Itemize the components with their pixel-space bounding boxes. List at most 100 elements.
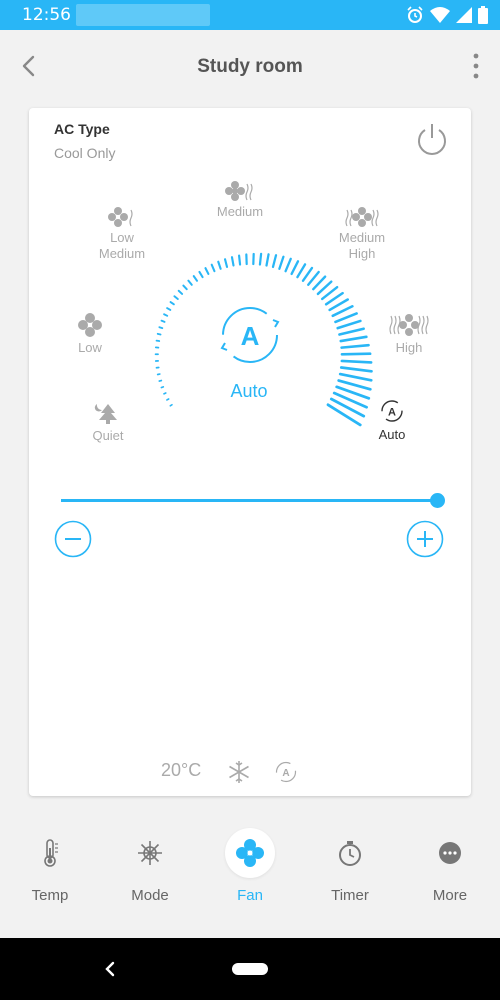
fan-icon xyxy=(225,181,253,201)
dial-tick xyxy=(158,379,163,382)
summary-temperature: 20°C xyxy=(161,760,202,780)
tab-label: Temp xyxy=(31,887,69,904)
tab-fan[interactable]: Fan xyxy=(200,820,300,920)
dial-tick xyxy=(230,256,235,267)
decrease-button[interactable] xyxy=(54,520,92,558)
speed-label: Low xyxy=(78,340,102,355)
dial-tick xyxy=(271,254,278,269)
system-nav-bar xyxy=(0,938,500,1000)
tab-label: Timer xyxy=(331,887,369,904)
speed-label-line1: Medium xyxy=(338,230,386,245)
svg-text:A: A xyxy=(388,407,396,419)
mode-letter: A xyxy=(241,321,260,351)
dial-tick xyxy=(290,260,300,276)
dial-tick xyxy=(339,335,368,343)
dial-tick xyxy=(163,392,167,395)
speed-option-medium[interactable]: Medium xyxy=(205,180,275,220)
slider-thumb[interactable] xyxy=(430,493,445,508)
timer-icon xyxy=(325,828,375,878)
speed-label: Medium xyxy=(216,204,264,219)
fan-icon xyxy=(225,828,275,878)
svg-text:A: A xyxy=(282,768,289,779)
more-icon xyxy=(425,828,475,878)
tab-label: More xyxy=(432,887,468,904)
dial-tick xyxy=(158,326,164,330)
app-bar: Study room xyxy=(0,30,500,102)
dial-tick xyxy=(326,403,362,427)
dial-tick xyxy=(198,270,204,279)
speed-label-line1: Low xyxy=(110,230,134,245)
speed-label: Auto xyxy=(378,427,406,442)
dial-tick xyxy=(177,289,184,295)
dial-tick xyxy=(265,253,270,267)
dial-tick xyxy=(340,352,372,356)
dial-tick xyxy=(204,267,210,275)
alarm-icon xyxy=(407,6,423,23)
quiet-icon xyxy=(94,404,117,424)
status-time: 12:56 xyxy=(22,5,71,25)
tab-more[interactable]: More xyxy=(400,820,500,920)
dial-tick xyxy=(160,386,165,389)
speed-label-line2: Medium xyxy=(98,246,146,261)
fan-icon xyxy=(345,207,379,227)
dial-tick xyxy=(166,307,172,311)
battery-icon xyxy=(478,6,488,24)
dial-tick xyxy=(223,258,229,268)
dial-tick xyxy=(173,295,179,300)
wifi-icon xyxy=(430,7,450,23)
speed-option-low[interactable]: Low xyxy=(65,312,115,356)
status-icons xyxy=(406,6,488,24)
dial-tick xyxy=(192,275,199,282)
current-speed-label: Auto xyxy=(230,381,268,401)
tab-mode[interactable]: Mode xyxy=(100,820,200,920)
dial-tick xyxy=(163,313,169,317)
fan-speed-slider[interactable] xyxy=(61,499,437,502)
auto-fan-icon: A xyxy=(275,761,297,783)
fan-icon xyxy=(108,207,133,227)
dial-tick xyxy=(307,270,320,286)
snowflake-icon xyxy=(229,761,249,783)
tab-timer[interactable]: Timer xyxy=(300,820,400,920)
thermometer-icon xyxy=(25,828,75,878)
increase-button[interactable] xyxy=(406,520,444,558)
fan-control-card: AC Type Cool Only A Auto Medium Low Medi… xyxy=(29,108,471,796)
tab-label: Mode xyxy=(131,887,169,904)
mode-icon xyxy=(125,828,175,878)
more-options-icon[interactable] xyxy=(472,52,480,80)
dial-tick xyxy=(166,398,170,401)
tab-label: Fan xyxy=(237,887,263,904)
dial-tick xyxy=(278,255,285,270)
dial-tick xyxy=(156,332,162,336)
dial-tick xyxy=(296,263,307,279)
dial-tick xyxy=(336,319,362,330)
dial-tick xyxy=(338,372,373,382)
speed-label-line2: High xyxy=(348,246,376,261)
speed-option-high[interactable]: High xyxy=(379,312,439,356)
dial-tick xyxy=(258,252,263,266)
dial-tick xyxy=(329,397,366,418)
dial-tick xyxy=(160,319,166,323)
dial-tick xyxy=(340,359,373,364)
dial-tick xyxy=(169,403,173,407)
status-bar: 12:56 xyxy=(0,0,500,30)
dial-tick xyxy=(301,266,314,282)
dial-tick xyxy=(340,343,370,349)
dial-tick xyxy=(238,254,242,266)
speed-option-low-medium[interactable]: Low Medium xyxy=(85,206,159,262)
nav-back-button[interactable] xyxy=(100,958,120,980)
signal-icon xyxy=(456,7,472,23)
bottom-tab-bar: Temp Mode Fan Timer More xyxy=(0,820,500,938)
dial-tick xyxy=(217,260,222,270)
speed-option-medium-high[interactable]: Medium High xyxy=(325,206,399,262)
speed-label: High xyxy=(395,340,423,355)
dial-tick xyxy=(182,284,188,291)
dial-tick xyxy=(284,257,292,273)
speed-label: Quiet xyxy=(92,428,124,443)
page-title: Study room xyxy=(197,56,303,77)
nav-home-button[interactable] xyxy=(232,963,268,975)
tab-temp[interactable]: Temp xyxy=(0,820,100,920)
speed-option-auto[interactable]: A Auto xyxy=(369,398,415,442)
dial-tick xyxy=(339,366,373,373)
fan-icon xyxy=(389,314,429,336)
speed-option-quiet[interactable]: Quiet xyxy=(83,402,133,444)
